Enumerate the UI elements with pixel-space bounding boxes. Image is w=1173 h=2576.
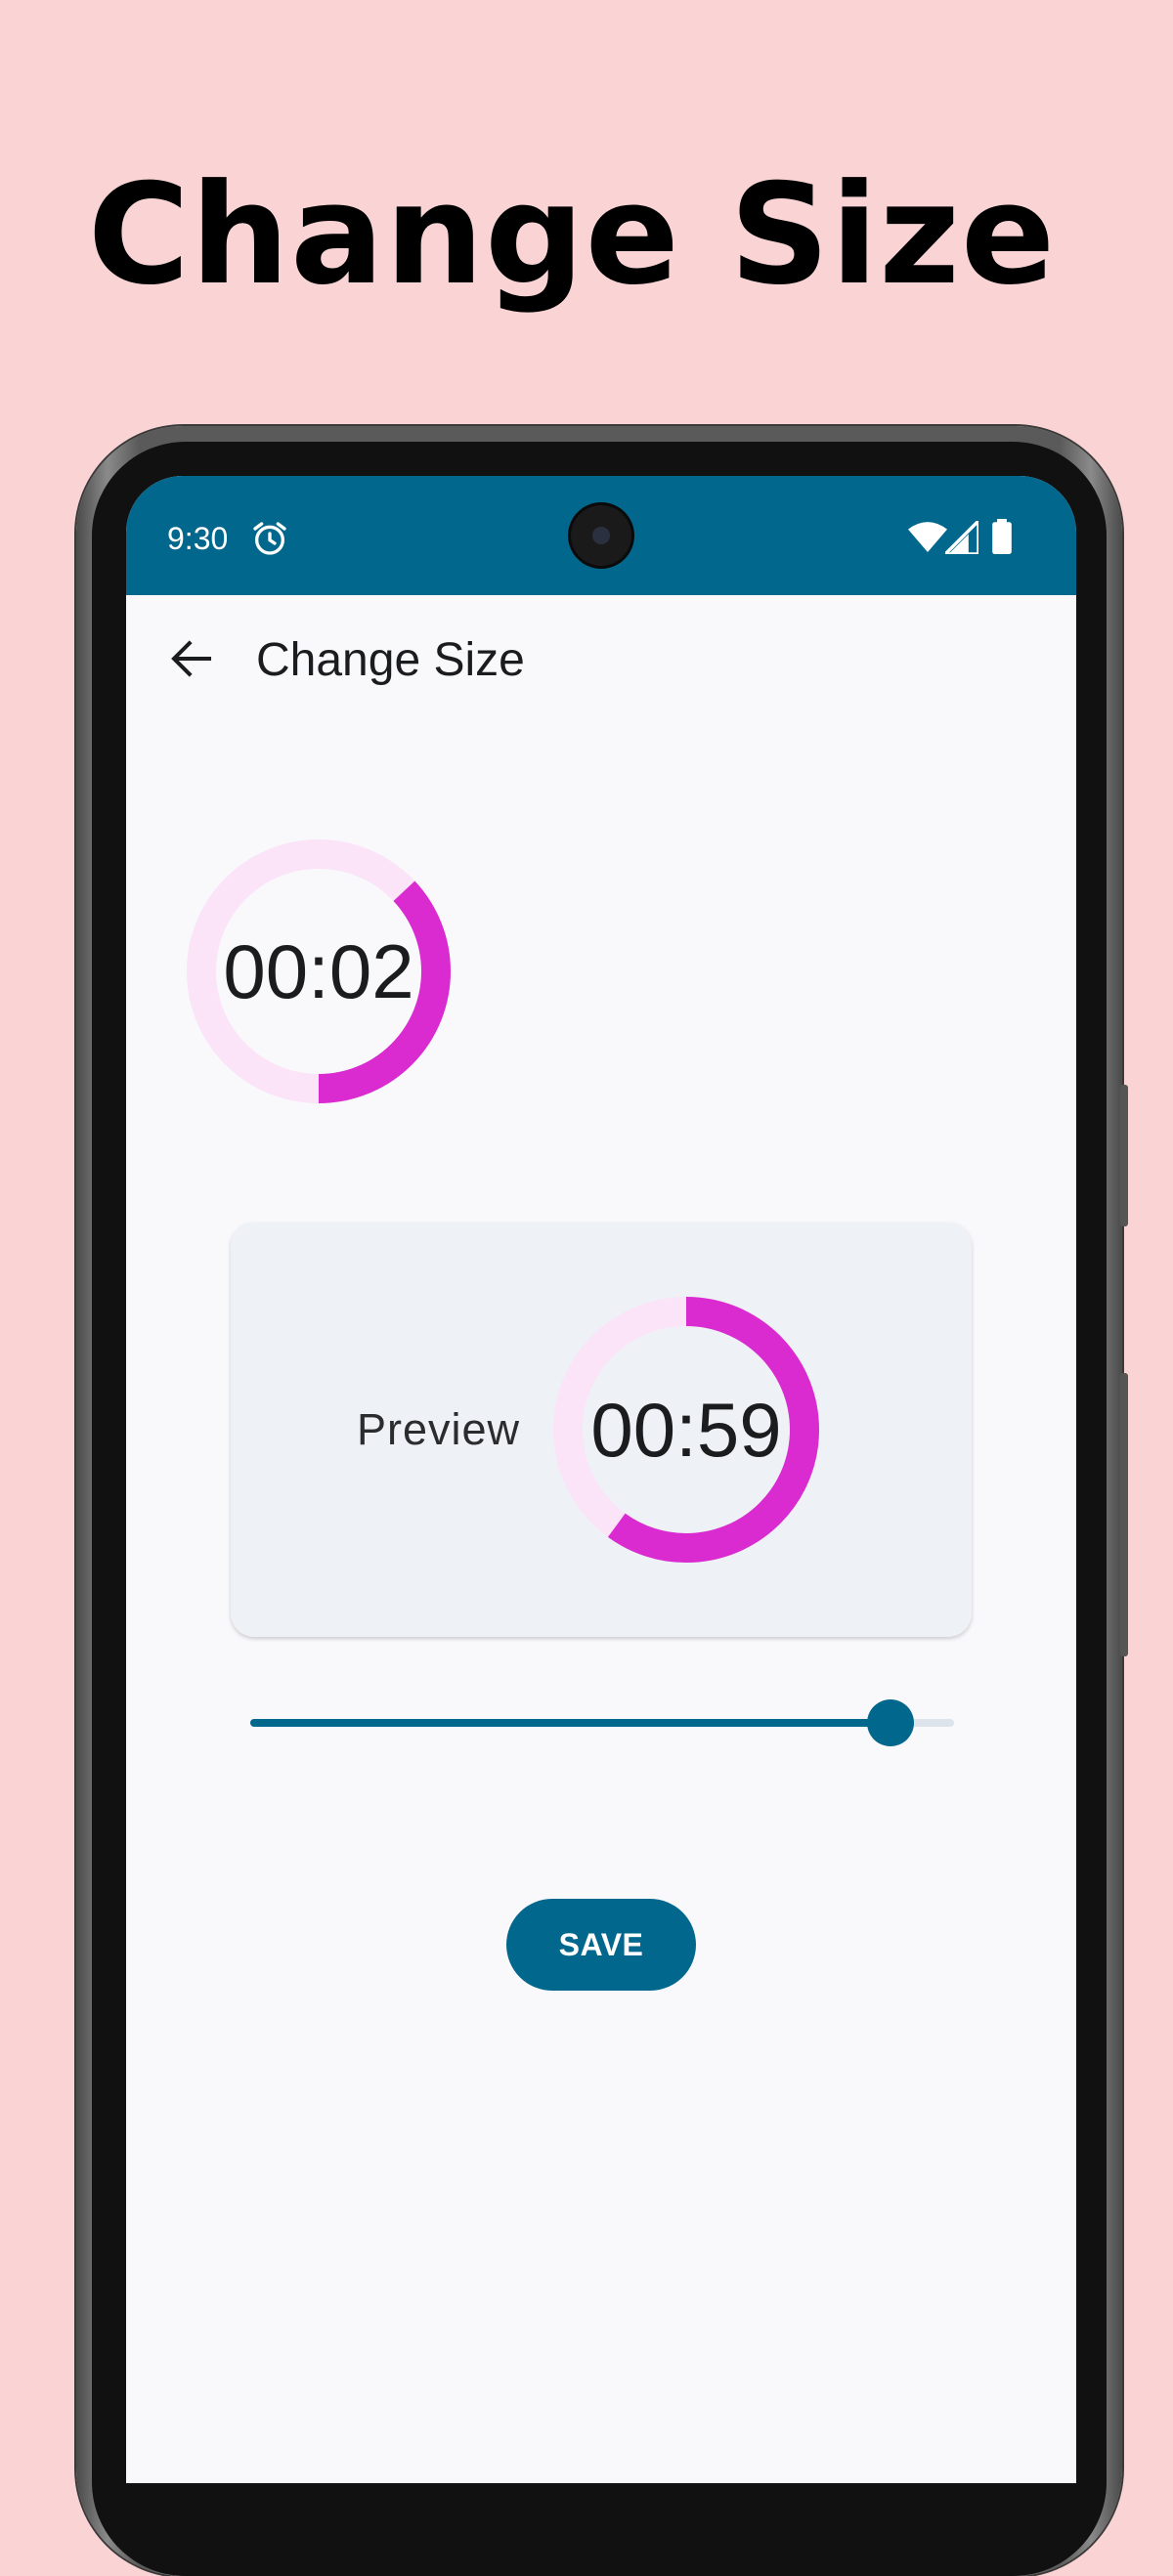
- preview-card: Preview 00:59: [231, 1223, 972, 1637]
- promo-title: Change Size: [87, 154, 1057, 316]
- size-slider[interactable]: [250, 1699, 954, 1746]
- arrow-left-icon[interactable]: [165, 632, 218, 685]
- page-title: Change Size: [256, 634, 525, 686]
- slider-thumb[interactable]: [867, 1699, 915, 1746]
- timer-value: 00:02: [223, 927, 414, 1014]
- signal-icon: [945, 521, 978, 554]
- slider-track-active: [250, 1719, 891, 1727]
- save-button[interactable]: SAVE: [506, 1899, 696, 1991]
- front-camera: [571, 505, 631, 566]
- phone-screen: 9:30 Change Size 00:02 Preview 00:59 SAV…: [126, 476, 1076, 2483]
- volume-button: [1120, 1373, 1128, 1656]
- status-bar: 9:30: [126, 476, 1076, 595]
- wifi-icon: [908, 522, 947, 552]
- preview-label: Preview: [357, 1404, 521, 1454]
- preview-timer-ring: 00:59: [553, 1297, 819, 1563]
- timer-ring: 00:02: [187, 839, 451, 1103]
- preview-timer-value: 00:59: [590, 1386, 782, 1473]
- power-button: [1120, 1085, 1128, 1226]
- top-app-bar: Change Size: [126, 595, 1076, 722]
- alarm-icon: [253, 522, 286, 555]
- status-time: 9:30: [167, 521, 229, 556]
- battery-icon: [992, 519, 1012, 554]
